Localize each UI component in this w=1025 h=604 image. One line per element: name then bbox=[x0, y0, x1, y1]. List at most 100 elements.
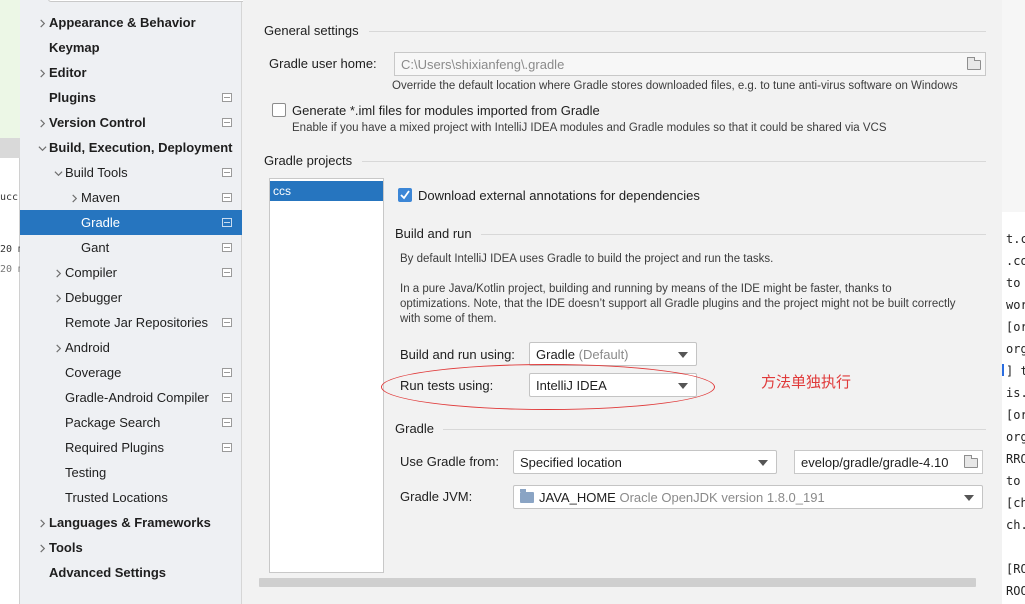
background-editor-left: ucc 20 m 20 m bbox=[0, 0, 24, 604]
sidebar-item-label: Build Tools bbox=[65, 165, 128, 180]
chevron-right-icon[interactable] bbox=[53, 268, 63, 278]
sidebar-item[interactable]: Plugins bbox=[20, 85, 242, 110]
sidebar-item-label: Trusted Locations bbox=[65, 490, 168, 505]
sidebar-item-label: Compiler bbox=[65, 265, 118, 280]
sidebar-item[interactable]: Tools bbox=[20, 535, 242, 560]
sidebar-item[interactable]: Compiler bbox=[20, 260, 242, 285]
chevron-down-icon bbox=[678, 352, 688, 358]
separator bbox=[481, 234, 986, 235]
chevron-right-icon[interactable] bbox=[69, 193, 79, 203]
build-run-note-line: In a pure Java/Kotlin project, building … bbox=[400, 283, 892, 295]
build-run-using-dropdown[interactable]: Gradle (Default) bbox=[529, 342, 697, 366]
sidebar-item-label: Appearance & Behavior bbox=[49, 15, 196, 30]
sidebar-item[interactable]: Maven bbox=[20, 185, 242, 210]
console-line: t.cor bbox=[1006, 232, 1025, 246]
gradle-user-home-field[interactable]: C:\Users\shixianfeng\.gradle bbox=[394, 52, 986, 76]
sidebar-item[interactable]: Languages & Frameworks bbox=[20, 510, 242, 535]
gradle-jvm-dropdown[interactable]: JAVA_HOME Oracle OpenJDK version 1.8.0_1… bbox=[513, 485, 983, 509]
sidebar-item-label: Debugger bbox=[65, 290, 123, 305]
build-and-run-title: Build and run bbox=[395, 226, 472, 241]
download-annotations-checkbox[interactable] bbox=[398, 188, 412, 202]
gradle-projects-title: Gradle projects bbox=[264, 153, 353, 168]
console-line: [org bbox=[1006, 408, 1025, 422]
console-line: to bbox=[1006, 276, 1021, 290]
console-line: RROR bbox=[1006, 452, 1025, 466]
gradle-settings-panel: General settings Gradle user home: C:\Us… bbox=[243, 0, 1002, 604]
use-gradle-from-dropdown[interactable]: Specified location bbox=[513, 450, 777, 474]
chevron-right-icon[interactable] bbox=[37, 518, 47, 528]
settings-search-input[interactable] bbox=[48, 0, 254, 2]
horizontal-scrollbar[interactable] bbox=[259, 578, 976, 587]
sidebar-item[interactable]: Gradle-Android Compiler bbox=[20, 385, 242, 410]
chevron-right-icon[interactable] bbox=[37, 118, 47, 128]
project-item-ccs[interactable]: ccs bbox=[270, 181, 383, 201]
sidebar-item-label: Advanced Settings bbox=[49, 565, 167, 580]
sidebar-item[interactable]: Trusted Locations bbox=[20, 485, 242, 510]
sidebar-item[interactable]: Required Plugins bbox=[20, 435, 242, 460]
folder-icon bbox=[520, 488, 534, 503]
chevron-down-icon[interactable] bbox=[37, 143, 47, 153]
sidebar-item[interactable]: Advanced Settings bbox=[20, 560, 242, 585]
sidebar-item-label: Languages & Frameworks bbox=[49, 515, 211, 530]
folder-icon[interactable] bbox=[964, 455, 978, 468]
generate-iml-hint: Enable if you have a mixed project with … bbox=[292, 122, 887, 134]
project-level-icon bbox=[222, 418, 232, 427]
gradle-location-value: evelop/gradle/gradle-4.10 bbox=[801, 454, 949, 470]
sidebar-item[interactable]: Keymap bbox=[20, 35, 242, 60]
sidebar-item[interactable]: Version Control bbox=[20, 110, 242, 135]
general-settings-title: General settings bbox=[264, 23, 359, 38]
gradle-projects-list[interactable]: ccs bbox=[269, 178, 384, 573]
background-panel bbox=[0, 0, 20, 138]
download-annotations-label: Download external annotations for depend… bbox=[418, 188, 700, 203]
build-run-using-default: (Default) bbox=[578, 346, 629, 362]
sidebar-item[interactable]: Build Tools bbox=[20, 160, 242, 185]
chevron-right-icon[interactable] bbox=[37, 68, 47, 78]
sidebar-item-label: Maven bbox=[81, 190, 121, 205]
build-run-note-line: optimizations. Note, that the IDE doesn’… bbox=[400, 298, 956, 310]
sidebar-item-label: Plugins bbox=[49, 90, 96, 105]
sidebar-item[interactable]: Gant bbox=[20, 235, 242, 260]
project-level-icon bbox=[222, 393, 232, 402]
sidebar-item[interactable]: Package Search bbox=[20, 410, 242, 435]
sidebar-item[interactable]: Build, Execution, Deployment bbox=[20, 135, 242, 160]
project-level-icon bbox=[222, 243, 232, 252]
console-line: ROOT bbox=[1006, 584, 1025, 598]
chevron-right-icon[interactable] bbox=[37, 543, 47, 553]
sidebar-item[interactable]: Coverage bbox=[20, 360, 242, 385]
console-line: to bbox=[1006, 474, 1021, 488]
settings-tree: Appearance & Behavior Keymap Editor Plugins… bbox=[20, 0, 254, 604]
console-line: [org bbox=[1006, 320, 1025, 334]
background-panel bbox=[1002, 0, 1025, 212]
gradle-jvm-detail: Oracle OpenJDK version 1.8.0_191 bbox=[619, 489, 825, 505]
sidebar-item[interactable]: Editor bbox=[20, 60, 242, 85]
gradle-location-field[interactable]: evelop/gradle/gradle-4.10 bbox=[794, 450, 983, 474]
sidebar-item[interactable]: Remote Jar Repositories bbox=[20, 310, 242, 335]
sidebar-item[interactable]: Debugger bbox=[20, 285, 242, 310]
build-run-using-value: Gradle bbox=[536, 346, 576, 362]
sidebar-item[interactable]: Testing bbox=[20, 460, 242, 485]
sidebar-item[interactable]: Appearance & Behavior bbox=[20, 10, 242, 35]
annotation-ellipse bbox=[381, 364, 715, 410]
console-line: org bbox=[1006, 430, 1025, 444]
generate-iml-checkbox[interactable] bbox=[272, 103, 286, 117]
sidebar-item[interactable]: Android bbox=[20, 335, 242, 360]
gradle-section-title: Gradle bbox=[395, 421, 435, 436]
annotation-text: 方法单独执行 bbox=[761, 374, 852, 391]
gradle-user-home-hint: Override the default location where Grad… bbox=[392, 80, 958, 92]
console-line: .com bbox=[1006, 254, 1025, 268]
project-level-icon bbox=[222, 368, 232, 377]
console-line: [cha bbox=[1006, 496, 1025, 510]
project-level-icon bbox=[222, 118, 232, 127]
console-gutter-mark bbox=[1002, 364, 1004, 376]
sidebar-item-label: Version Control bbox=[49, 115, 146, 130]
chevron-down-icon[interactable] bbox=[53, 168, 63, 178]
chevron-right-icon[interactable] bbox=[37, 18, 47, 28]
chevron-right-icon[interactable] bbox=[53, 293, 63, 303]
background-console-right: t.cor .com to work [org org. ] to is.i [… bbox=[1002, 0, 1025, 604]
sidebar-item-label: Testing bbox=[65, 465, 107, 480]
gradle-jvm-label: Gradle JVM: bbox=[400, 489, 473, 504]
folder-icon[interactable] bbox=[967, 57, 981, 70]
sidebar-item-label: Remote Jar Repositories bbox=[65, 315, 209, 330]
chevron-right-icon[interactable] bbox=[53, 343, 63, 353]
sidebar-item[interactable]: Gradle bbox=[20, 210, 242, 235]
